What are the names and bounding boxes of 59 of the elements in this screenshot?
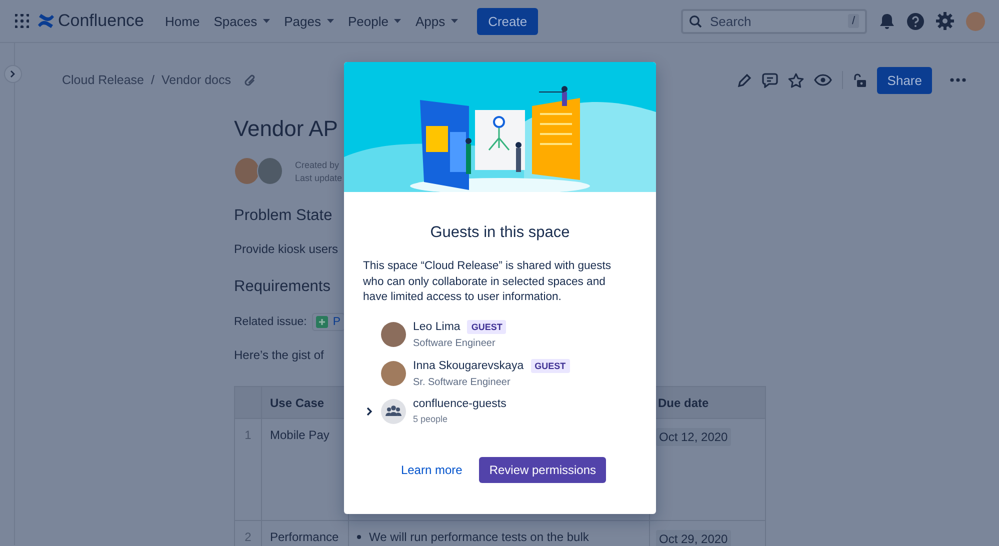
nav-menu-item[interactable]: Apps [408, 10, 466, 32]
guest-lozenge: GUEST [467, 320, 506, 334]
chevron-right-icon [10, 70, 16, 78]
dialog-description: This space “Cloud Release” is shared with guests who can only collaborate in selected spaces and have limited access to user information. [363, 259, 612, 306]
date-lozenge: Oct 12, 2020 [656, 428, 731, 446]
learn-more-link[interactable]: Learn more [394, 457, 470, 484]
comment-icon[interactable] [762, 72, 778, 88]
breadcrumb-link[interactable]: Cloud Release [62, 73, 144, 87]
paragraph-text: Here’s the gist of [234, 348, 324, 362]
author-avatar [257, 157, 283, 185]
nav-menu-item[interactable]: Home [158, 10, 207, 32]
section-heading: Problem State [234, 207, 332, 225]
eye-icon[interactable] [814, 74, 832, 86]
member-subtitle: Software Engineer [413, 338, 496, 350]
group-icon [381, 398, 406, 424]
member-name: Leo Lima [413, 321, 460, 334]
guest-lozenge: GUEST [530, 359, 570, 374]
nav-menu-item[interactable]: Pages [277, 10, 341, 32]
expand-sidebar-button[interactable] [4, 65, 22, 83]
member-name: confluence-guests [413, 398, 506, 410]
section-heading: Requirements [234, 278, 330, 296]
settings-icon[interactable] [936, 12, 954, 30]
member-subtitle: Sr. Software Engineer [413, 377, 512, 388]
guest-avatar [381, 361, 406, 386]
nav-menu-item[interactable]: Spaces [206, 10, 278, 32]
byline-text: Created by [295, 160, 340, 170]
page-title: Vendor AP [234, 116, 338, 142]
nav-menu-item[interactable]: People [340, 10, 408, 32]
star-icon[interactable] [788, 72, 804, 88]
shortcut-key: / [848, 14, 859, 28]
notification-bell-icon[interactable] [879, 12, 895, 30]
unlock-icon[interactable] [853, 72, 868, 88]
more-icon[interactable] [950, 78, 966, 82]
app-switcher-icon[interactable] [15, 14, 29, 28]
table-cell: Performance [261, 521, 348, 546]
search-input[interactable]: Search [708, 12, 842, 30]
search-field[interactable]: Search / [681, 8, 867, 34]
related-issue-label: Related issue: [234, 316, 307, 328]
table-cell: We will run performance tests on the bulk [369, 530, 589, 544]
breadcrumb-link[interactable]: Vendor docs [161, 73, 231, 87]
date-lozenge: Oct 29, 2020 [656, 530, 731, 546]
help-icon[interactable] [907, 12, 924, 30]
chevron-right-icon[interactable] [366, 406, 372, 416]
member-name: Inna Skougarevskaya [413, 360, 524, 372]
dialog-title: Guests in this space [429, 224, 571, 242]
plus-icon [316, 316, 328, 328]
author-avatar [234, 157, 260, 185]
pencil-icon[interactable] [737, 72, 752, 88]
byline-text: Last update [295, 172, 342, 182]
review-permissions-button[interactable]: Review permissions [479, 457, 606, 484]
confluence-logo[interactable]: Confluence [37, 11, 144, 31]
breadcrumb-separator: / [151, 73, 154, 87]
share-button[interactable]: Share [877, 66, 932, 94]
paperclip-icon[interactable] [244, 74, 256, 86]
paragraph-text: Provide kiosk users [234, 242, 338, 256]
member-subtitle: 5 people [413, 414, 449, 424]
create-button[interactable]: Create [477, 8, 538, 34]
search-icon [689, 14, 702, 28]
guest-avatar [381, 322, 406, 348]
